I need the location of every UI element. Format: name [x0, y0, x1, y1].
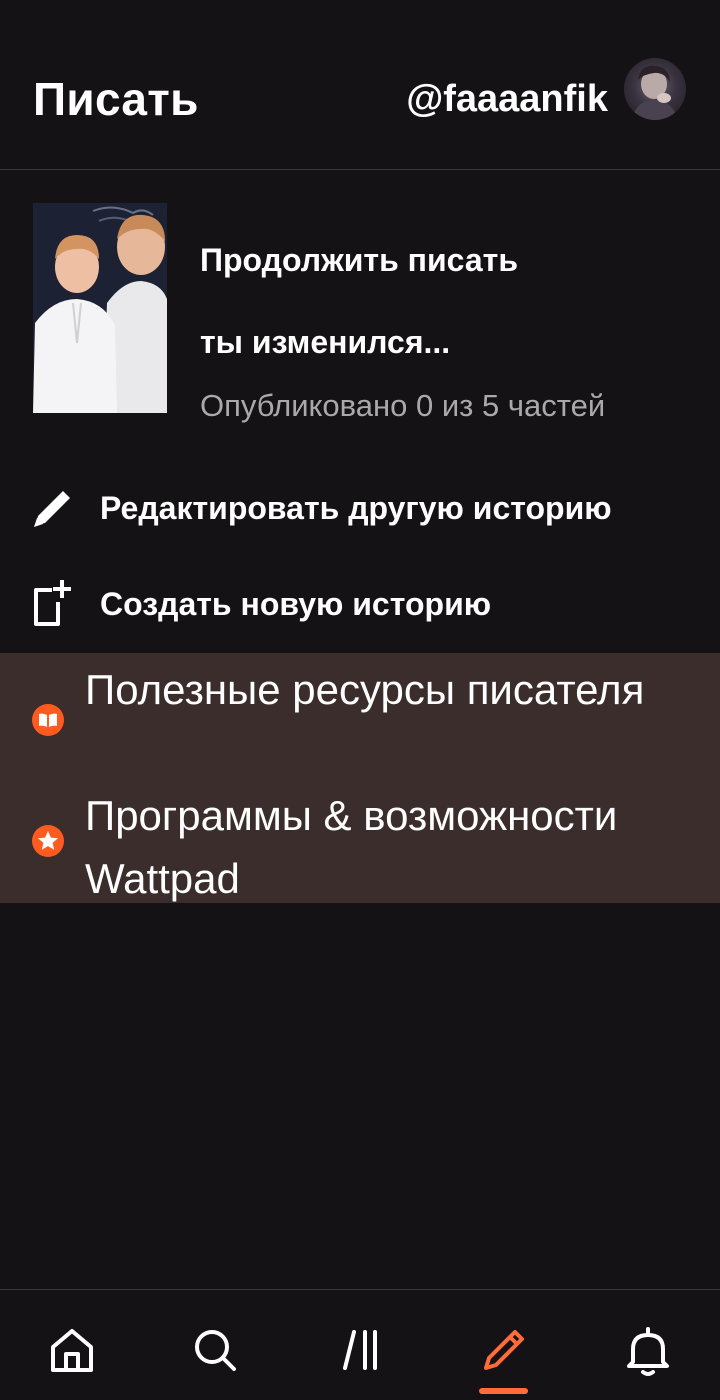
pencil-icon	[34, 491, 70, 527]
notifications-icon[interactable]	[618, 1320, 678, 1380]
story-cover-image	[33, 203, 167, 413]
add-story-icon	[34, 580, 71, 626]
header: Писать @faaaanfik	[0, 0, 720, 170]
story-title[interactable]: ты изменился...	[200, 324, 450, 361]
create-story-button[interactable]: Создать новую историю	[0, 566, 720, 646]
page-title: Писать	[33, 73, 199, 125]
avatar[interactable]	[624, 58, 686, 120]
home-icon[interactable]	[42, 1320, 102, 1380]
resources-panel: Полезные ресурсы писателя Программы & во…	[0, 653, 720, 903]
story-status: Опубликовано 0 из 5 частей	[200, 388, 606, 423]
continue-writing-label[interactable]: Продолжить писать	[200, 242, 518, 279]
writer-resources-label: Полезные ресурсы писателя	[85, 666, 645, 713]
wattpad-programs-link[interactable]: Программы & возможности Wattpad	[0, 784, 720, 910]
edit-story-label: Редактировать другую историю	[100, 490, 612, 526]
book-icon	[32, 704, 64, 736]
search-icon[interactable]	[185, 1320, 245, 1380]
active-tab-indicator	[479, 1388, 528, 1394]
library-icon[interactable]	[333, 1320, 393, 1380]
write-icon[interactable]	[474, 1320, 534, 1380]
star-icon	[32, 825, 64, 857]
edit-story-button[interactable]: Редактировать другую историю	[0, 470, 720, 550]
story-cover[interactable]	[33, 203, 167, 413]
avatar-photo	[632, 65, 678, 120]
create-story-label: Создать новую историю	[100, 586, 492, 622]
writer-resources-link[interactable]: Полезные ресурсы писателя	[0, 658, 720, 784]
bottom-nav	[0, 1289, 720, 1400]
wattpad-programs-label: Программы & возможности Wattpad	[85, 792, 618, 902]
write-screen: Писать @faaaanfik Продолжить писать ты и…	[0, 0, 720, 1400]
username[interactable]: @faaaanfik	[406, 78, 608, 121]
